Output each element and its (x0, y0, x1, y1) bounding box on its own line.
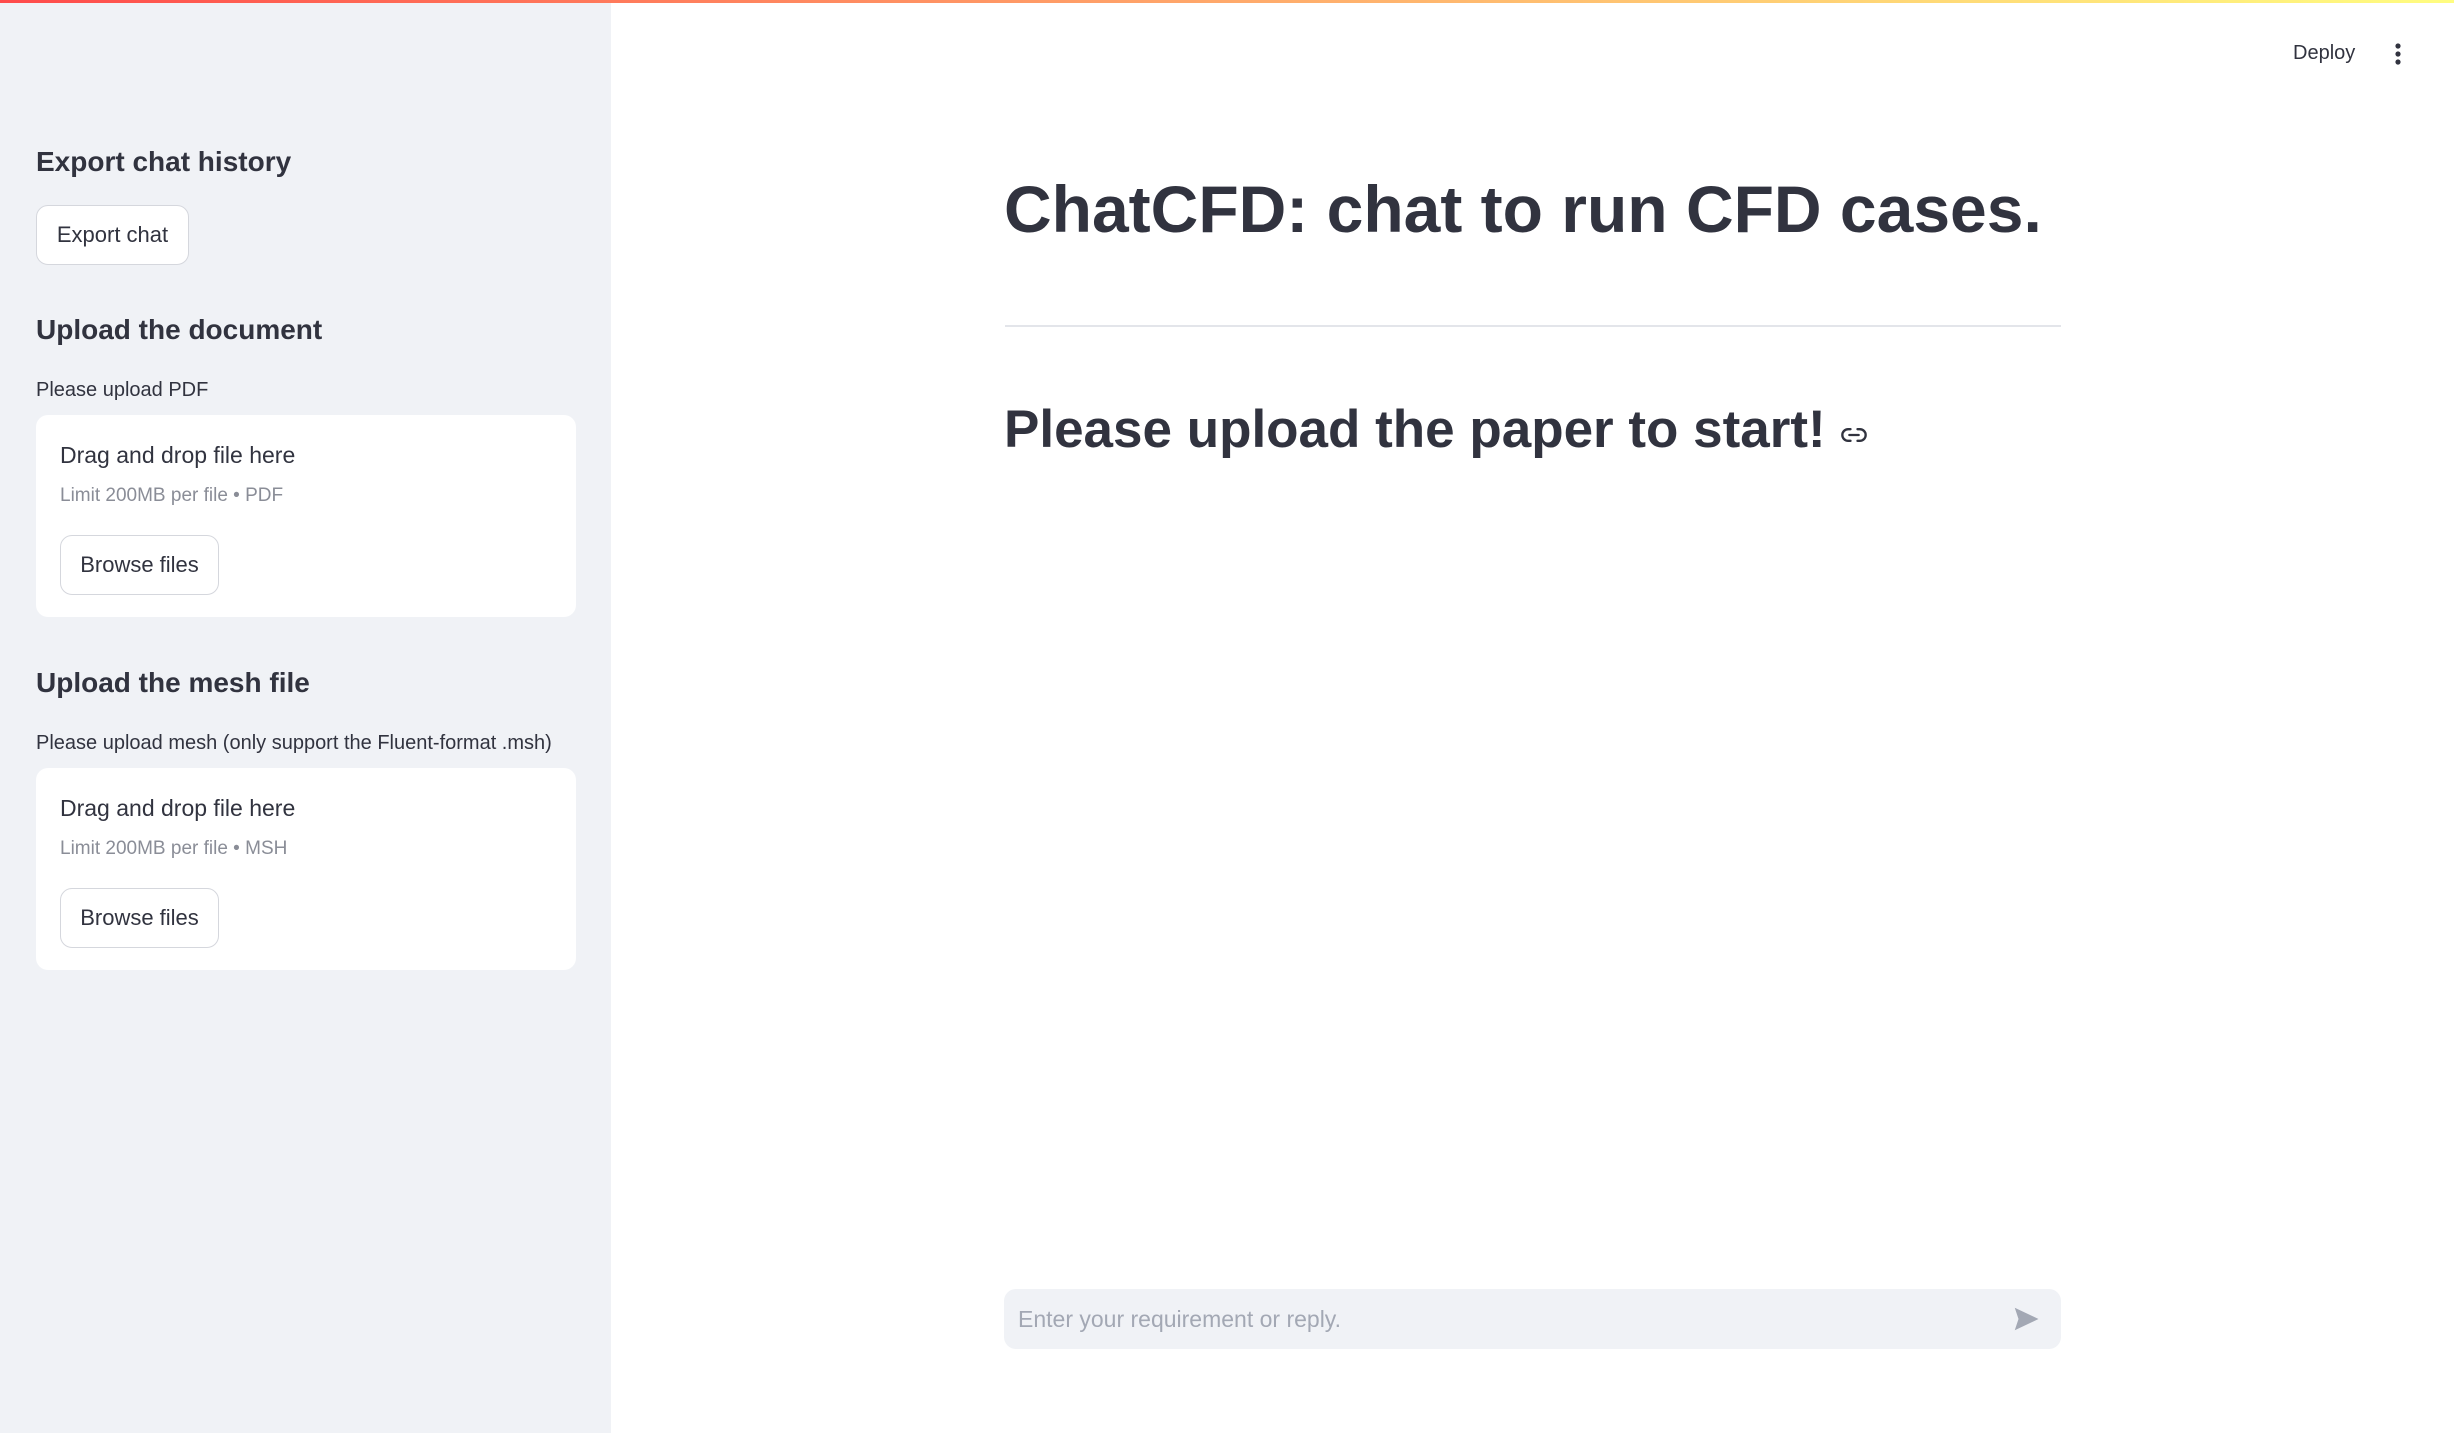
deploy-button[interactable]: Deploy (2293, 42, 2355, 65)
document-browse-button[interactable]: Browse files (60, 535, 219, 595)
sidebar: Export chat history Export chat Upload t… (0, 0, 611, 1433)
document-dropzone[interactable]: Drag and drop file here Limit 200MB per … (36, 415, 576, 617)
document-dropzone-title: Drag and drop file here (60, 442, 296, 468)
document-heading: Upload the document (36, 314, 323, 345)
document-dropzone-limit: Limit 200MB per file • PDF (60, 485, 284, 506)
subtitle-row: Please upload the paper to start! (1004, 398, 1868, 462)
export-heading: Export chat history (36, 146, 292, 177)
mesh-dropzone-limit: Limit 200MB per file • MSH (60, 838, 288, 859)
kebab-vertical-icon[interactable] (2384, 36, 2412, 72)
mesh-heading: Upload the mesh file (36, 667, 310, 698)
divider (1005, 325, 2061, 327)
page-title: ChatCFD: chat to run CFD cases. (1004, 172, 2042, 246)
chat-input[interactable] (1004, 1289, 1984, 1349)
mesh-browse-button[interactable]: Browse files (60, 888, 219, 948)
mesh-dropzone[interactable]: Drag and drop file here Limit 200MB per … (36, 768, 576, 970)
mesh-dropzone-title: Drag and drop file here (60, 795, 296, 821)
send-icon[interactable] (2011, 1304, 2041, 1334)
top-decoration-bar (0, 0, 2454, 3)
document-caption: Please upload PDF (36, 379, 209, 401)
link-icon[interactable] (1840, 421, 1868, 449)
chat-input-container (1004, 1289, 2061, 1349)
subtitle: Please upload the paper to start! (1004, 400, 1826, 459)
export-chat-button[interactable]: Export chat (36, 205, 189, 265)
mesh-caption: Please upload mesh (only support the Flu… (36, 732, 552, 754)
